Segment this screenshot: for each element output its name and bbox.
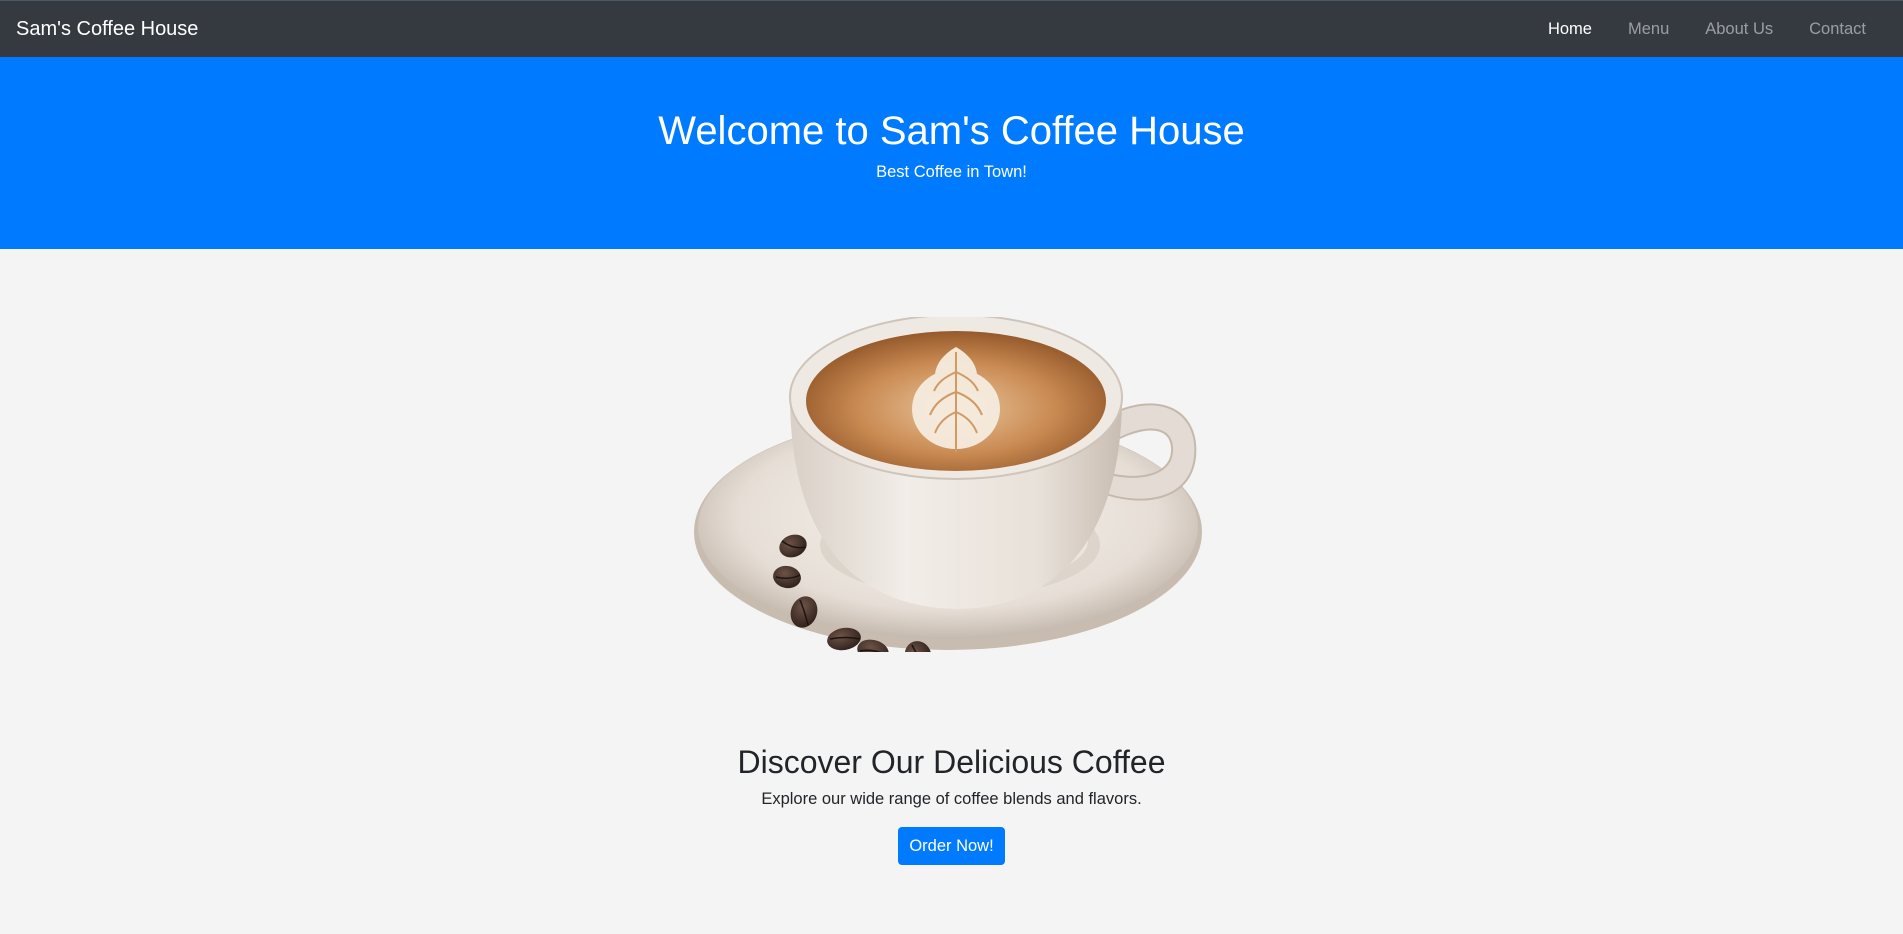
hero-title: Welcome to Sam's Coffee House — [658, 109, 1245, 153]
feature-description: Explore our wide range of coffee blends … — [761, 790, 1142, 808]
main-section: Discover Our Delicious Coffee Explore ou… — [0, 249, 1903, 934]
coffee-cup-image — [694, 317, 1202, 652]
hero-subtitle: Best Coffee in Town! — [876, 163, 1027, 181]
order-now-button[interactable]: Order Now! — [898, 827, 1005, 865]
nav-link-menu[interactable]: Menu — [1610, 21, 1687, 38]
nav-link-contact[interactable]: Contact — [1791, 21, 1884, 38]
nav-link-home[interactable]: Home — [1530, 21, 1610, 38]
hero-banner: Welcome to Sam's Coffee House Best Coffe… — [0, 57, 1903, 249]
navbar: Sam's Coffee House Home Menu About Us Co… — [0, 0, 1903, 57]
nav-links: Home Menu About Us Contact — [1530, 1, 1884, 57]
nav-link-about-us[interactable]: About Us — [1687, 21, 1791, 38]
feature-title: Discover Our Delicious Coffee — [737, 744, 1166, 780]
brand-link[interactable]: Sam's Coffee House — [16, 19, 198, 39]
